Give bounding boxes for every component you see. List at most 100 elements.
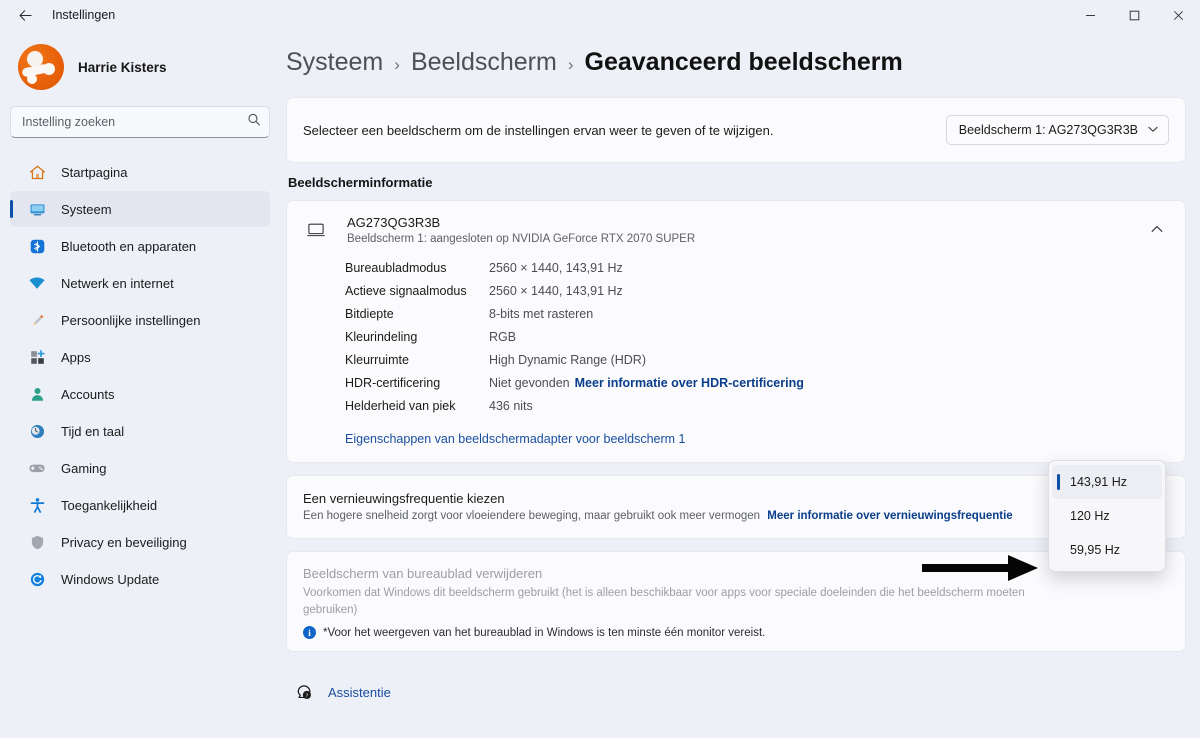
option-label: 143,91 Hz [1070, 475, 1127, 489]
apps-icon [27, 347, 47, 367]
search-input[interactable] [10, 106, 270, 138]
sidebar-item-privacy-en-beveiliging[interactable]: Privacy en beveiliging [10, 524, 270, 560]
hdr-certification-link[interactable]: Meer informatie over HDR-certificering [575, 376, 804, 390]
page-title: Geavanceerd beeldscherm [584, 48, 903, 76]
refresh-rate-title: Een vernieuwingsfrequentie kiezen [303, 491, 505, 506]
assistance-link[interactable]: Assistentie [328, 685, 391, 700]
refresh-rate-option-120[interactable]: 120 Hz [1052, 499, 1162, 533]
detail-row: Bureaubladmodus 2560 × 1440, 143,91 Hz [345, 261, 1185, 284]
update-icon [27, 569, 47, 589]
detail-key: Helderheid van piek [345, 399, 456, 413]
detail-value: 2560 × 1440, 143,91 Hz [489, 261, 623, 275]
breadcrumb-systeem[interactable]: Systeem [286, 48, 383, 77]
remove-display-subtitle: Voorkomen dat Windows dit beeldscherm ge… [303, 587, 1025, 616]
breadcrumb-beeldscherm[interactable]: Beeldscherm [411, 48, 557, 77]
sidebar-item-label: Apps [61, 349, 91, 365]
sidebar-item-label: Bluetooth en apparaten [61, 238, 197, 254]
breadcrumb-separator: › [394, 55, 400, 74]
sidebar-item-label: Netwerk en internet [61, 275, 174, 291]
detail-row: Actieve signaalmodus 2560 × 1440, 143,91… [345, 284, 1185, 307]
sidebar-item-toegankelijkheid[interactable]: Toegankelijkheid [10, 487, 270, 523]
sidebar-item-windows-update[interactable]: Windows Update [10, 561, 270, 597]
accessibility-icon [27, 495, 47, 515]
profile-card[interactable]: Harrie Kisters [10, 36, 270, 100]
detail-row: Kleurruimte High Dynamic Range (HDR) [345, 353, 1185, 376]
profile-name: Harrie Kisters [78, 59, 167, 75]
svg-text:?: ? [305, 693, 308, 699]
detail-key: Kleurindeling [345, 330, 418, 344]
bluetooth-icon [27, 236, 47, 256]
option-label: 59,95 Hz [1070, 543, 1121, 557]
sidebar-item-startpagina[interactable]: Startpagina [10, 154, 270, 190]
detail-row: Kleurindeling RGB [345, 330, 1185, 353]
sidebar-item-label: Privacy en beveiliging [61, 534, 187, 550]
detail-value: Niet gevonden [489, 376, 570, 390]
title-bar: Instellingen [0, 0, 1200, 30]
shield-icon [27, 532, 47, 552]
maximize-button[interactable] [1112, 0, 1156, 30]
main-content: Systeem › Beeldscherm › Geavanceerd beel… [280, 30, 1200, 738]
refresh-rate-option-59[interactable]: 59,95 Hz [1052, 533, 1162, 567]
minimize-icon [1085, 14, 1095, 16]
chevron-up-icon[interactable] [1151, 224, 1169, 236]
clock-globe-icon [27, 421, 47, 441]
gamepad-icon [27, 458, 47, 478]
note-text: *Voor het weergeven van het bureaublad i… [323, 626, 766, 639]
detail-key: Bitdiepte [345, 307, 394, 321]
back-button[interactable] [10, 3, 40, 27]
refresh-rate-learn-more-link[interactable]: Meer informatie over vernieuwingsfrequen… [767, 510, 1012, 522]
sidebar-item-label: Gaming [61, 460, 107, 476]
person-icon [27, 384, 47, 404]
detail-row: Bitdiepte 8-bits met rasteren [345, 307, 1185, 330]
sidebar-nav: Startpagina Systeem Bluetooth en apparat… [10, 154, 270, 597]
sidebar-item-bluetooth-en-apparaten[interactable]: Bluetooth en apparaten [10, 228, 270, 264]
home-icon [27, 162, 47, 182]
maximize-icon [1129, 10, 1139, 20]
sidebar-item-label: Persoonlijke instellingen [61, 312, 201, 328]
detail-key: Bureaubladmodus [345, 261, 447, 275]
remove-display-title: Beeldscherm van bureaublad verwijderen [303, 566, 543, 581]
sidebar-item-label: Toegankelijkheid [61, 497, 158, 513]
refresh-rate-option-143[interactable]: 143,91 Hz [1052, 465, 1162, 499]
detail-key: Kleurruimte [345, 353, 409, 367]
select-display-label: Selecteer een beeldscherm om de instelli… [303, 122, 774, 138]
breadcrumb-separator: › [567, 55, 574, 74]
monitor-name: AG273QG3R3B [347, 215, 441, 230]
display-info-section-title: Beeldscherminformatie [288, 175, 433, 190]
detail-value: 436 nits [489, 399, 533, 413]
display-select-value: Beeldscherm 1: AG273QG3R3B [958, 123, 1138, 137]
sidebar-item-accounts[interactable]: Accounts [10, 376, 270, 412]
sidebar-item-label: Tijd en taal [61, 423, 125, 439]
close-button[interactable] [1156, 0, 1200, 30]
minimize-button[interactable] [1068, 0, 1112, 30]
sidebar-item-label: Accounts [61, 386, 115, 402]
refresh-rate-dropdown: 143,91 Hz 120 Hz 59,95 Hz [1048, 460, 1166, 572]
help-bubble-icon: ? [294, 682, 314, 702]
sidebar-item-apps[interactable]: Apps [10, 339, 270, 375]
sidebar-item-persoonlijke-instellingen[interactable]: Persoonlijke instellingen [10, 302, 270, 338]
sidebar-item-netwerk-en-internet[interactable]: Netwerk en internet [10, 265, 270, 301]
window-controls [1068, 0, 1200, 30]
detail-row: Helderheid van piek 436 nits [345, 399, 1185, 422]
monitor-icon [27, 199, 47, 219]
display-info-header[interactable]: AG273QG3R3B Beeldscherm 1: aangesloten o… [287, 201, 1185, 259]
back-arrow-icon [19, 9, 32, 21]
monitor-icon [303, 220, 329, 240]
sidebar: Harrie Kisters Startpagina [0, 30, 280, 738]
detail-value: 2560 × 1440, 143,91 Hz [489, 284, 623, 298]
detail-value: 8-bits met rasteren [489, 307, 594, 321]
display-adapter-properties-link[interactable]: Eigenschappen van beeldschermadapter voo… [345, 432, 686, 446]
sidebar-item-gaming[interactable]: Gaming [10, 450, 270, 486]
display-info-card: AG273QG3R3B Beeldscherm 1: aangesloten o… [286, 200, 1186, 463]
sidebar-item-tijd-en-taal[interactable]: Tijd en taal [10, 413, 270, 449]
chevron-down-icon [1148, 125, 1158, 135]
select-display-card: Selecteer een beeldscherm om de instelli… [286, 97, 1186, 163]
sidebar-item-systeem[interactable]: Systeem [10, 191, 270, 227]
detail-row: HDR-certificering Niet gevonden Meer inf… [345, 376, 1185, 399]
display-select-combo[interactable]: Beeldscherm 1: AG273QG3R3B [945, 115, 1169, 145]
assistance-row: ? Assistentie [286, 664, 1186, 702]
close-icon [1173, 10, 1183, 20]
window-title: Instellingen [52, 8, 116, 22]
breadcrumb: Systeem › Beeldscherm › Geavanceerd beel… [286, 30, 1186, 97]
detail-value: High Dynamic Range (HDR) [489, 353, 646, 367]
